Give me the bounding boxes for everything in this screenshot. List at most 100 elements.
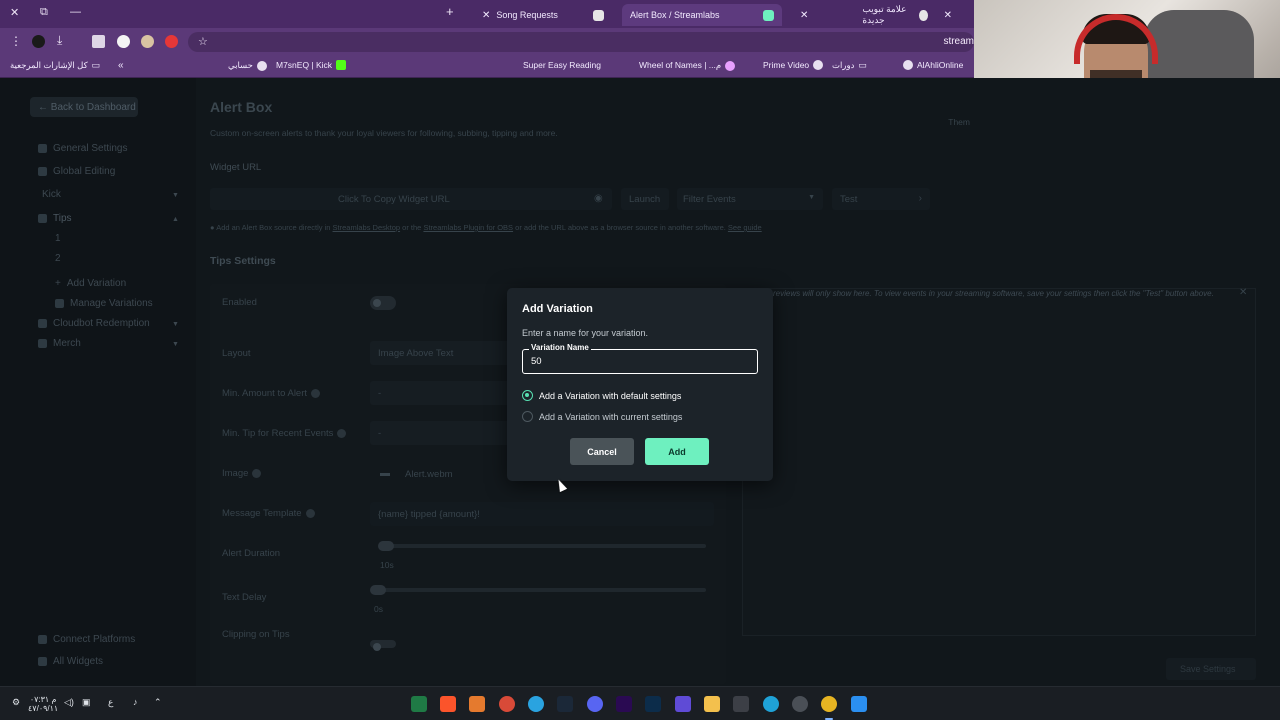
volume-icon[interactable]: ◁) — [64, 697, 74, 708]
photoshop-icon[interactable] — [645, 696, 661, 712]
folder-icon[interactable]: ▬ — [380, 468, 390, 479]
store-icon[interactable] — [733, 696, 749, 712]
sidebar-item-tips[interactable]: Tips — [38, 213, 72, 224]
tab-alert-box[interactable]: Alert Box / Streamlabs — [622, 4, 782, 26]
streamlabs-desktop-link[interactable]: Streamlabs Desktop — [333, 223, 401, 232]
minimize-window-icon[interactable]: — — [70, 6, 81, 18]
bookmark-super-easy-reading[interactable]: Super Easy Reading — [523, 60, 601, 70]
widget-url-field[interactable]: Click To Copy Widget URL ◉ — [210, 188, 612, 210]
file-explorer-icon[interactable] — [704, 696, 720, 712]
alert-duration-slider[interactable] — [380, 544, 706, 548]
sidebar-item-variation-2[interactable]: 2 — [55, 253, 61, 264]
chrome-icon[interactable] — [821, 696, 837, 712]
menu-dots-icon[interactable]: ⋮ — [10, 34, 22, 48]
test-button[interactable]: Test › — [832, 188, 930, 210]
new-tab-icon[interactable]: + — [446, 4, 454, 19]
excel-icon[interactable] — [411, 696, 427, 712]
text-delay-slider[interactable] — [374, 588, 706, 592]
app-purple-icon[interactable] — [675, 696, 691, 712]
eye-icon[interactable]: ◉ — [594, 193, 603, 204]
close-icon[interactable]: ✕ — [1239, 287, 1247, 298]
close-tab-icon[interactable]: ✕ — [482, 10, 490, 21]
sidebar-item-kick[interactable]: Kick — [42, 189, 61, 200]
option-default-settings[interactable]: Add a Variation with default settings — [522, 390, 681, 401]
alert-duration-knob[interactable] — [378, 541, 394, 551]
min-tip-input[interactable]: - — [370, 421, 510, 445]
cancel-button[interactable]: Cancel — [570, 438, 634, 465]
variation-name-field[interactable]: Variation Name — [522, 343, 758, 374]
see-guide-link[interactable]: See guide — [728, 223, 762, 232]
clock[interactable]: م ٠٧:٣١ ٤٧/٠٩/١١ — [28, 695, 58, 713]
back-to-dashboard-button[interactable]: ← Back to Dashboard — [30, 97, 138, 117]
steam-icon[interactable] — [557, 696, 573, 712]
layout-select[interactable]: Image Above Text — [370, 341, 510, 365]
bookmark-kick[interactable]: M7snEQ | Kick — [276, 60, 347, 70]
telegram-icon[interactable] — [528, 696, 544, 712]
text-delay-knob[interactable] — [370, 585, 386, 595]
filter-events-select[interactable]: Filter Events ▼ — [677, 188, 823, 210]
chevron-down-icon[interactable]: ▼ — [172, 341, 179, 348]
extensions-puzzle-icon[interactable] — [92, 35, 105, 48]
restore-window-icon[interactable]: ⧉ — [40, 6, 48, 19]
bookmark-all-bookmarks[interactable]: كل الإشارات المرجعية ▭ — [10, 60, 100, 71]
language-indicator[interactable]: ع — [108, 697, 113, 708]
extension-face-icon[interactable] — [141, 35, 154, 48]
bookmark-alahlionline[interactable]: AlAhliOnline — [903, 60, 963, 70]
sidebar-item-add-variation[interactable]: + Add Variation — [55, 278, 126, 289]
alert-preview-panel: reviews will only show here. To view eve… — [742, 287, 1256, 636]
sidebar-item-label: Connect Platforms — [53, 634, 136, 645]
extension-record-icon[interactable] — [165, 35, 178, 48]
clipping-toggle[interactable] — [370, 640, 396, 651]
tray-expand-icon[interactable]: ⌃ — [154, 697, 162, 708]
tab-song-requests[interactable]: ✕ Song Requests — [466, 4, 612, 26]
sidebar-item-global-editing[interactable]: Global Editing — [38, 166, 115, 177]
obs-icon[interactable] — [792, 696, 808, 712]
sidebar-item-all-widgets[interactable]: All Widgets — [38, 656, 103, 667]
premiere-icon[interactable] — [616, 696, 632, 712]
network-icon[interactable]: ▣ — [82, 697, 91, 708]
sidebar-item-cloudbot[interactable]: Cloudbot Redemption — [38, 318, 150, 329]
sidebar-item-variation-1[interactable]: 1 — [55, 233, 61, 244]
discord-icon[interactable] — [587, 696, 603, 712]
close-tab-icon[interactable]: ✕ — [800, 10, 808, 21]
edge-icon[interactable] — [763, 696, 779, 712]
sidebar-item-connect-platforms[interactable]: Connect Platforms — [38, 634, 135, 645]
windows-start-icon[interactable] — [851, 696, 867, 712]
sidebar-item-manage-variations[interactable]: Manage Variations — [55, 298, 153, 309]
app-red-icon[interactable] — [499, 696, 515, 712]
close-tab-icon[interactable]: ✕ — [944, 10, 952, 21]
radio-unselected-icon[interactable] — [522, 411, 533, 422]
bookmark-my-account[interactable]: حسابي — [228, 60, 267, 71]
option-current-settings[interactable]: Add a Variation with current settings — [522, 411, 682, 422]
sidebar-item-general-settings[interactable]: General Settings — [38, 143, 128, 154]
chevron-double-icon[interactable]: « — [118, 60, 124, 71]
min-amount-input[interactable]: - — [370, 381, 510, 405]
brave-icon[interactable] — [440, 696, 456, 712]
extension-icon[interactable] — [32, 35, 45, 48]
enabled-toggle[interactable] — [370, 296, 396, 310]
bookmark-courses[interactable]: دورات ▭ — [832, 60, 867, 71]
message-template-input[interactable]: {name} tipped {amount}! — [370, 502, 714, 526]
bookmark-prime-video[interactable]: Prime Video — [763, 60, 824, 70]
address-bar[interactable]: ☆ stream — [188, 32, 974, 52]
variation-name-input[interactable] — [531, 356, 731, 367]
sidebar-item-label: Tips — [53, 213, 72, 224]
chevron-down-icon[interactable]: ▼ — [172, 192, 179, 199]
settings-tray-icon[interactable]: ⚙ — [12, 697, 20, 708]
microphone-icon[interactable]: ♪ — [133, 697, 138, 707]
bookmark-wheel-of-names[interactable]: Wheel of Names | ...م — [639, 60, 736, 71]
radio-selected-icon[interactable] — [522, 390, 533, 401]
vlc-icon[interactable] — [469, 696, 485, 712]
obs-plugin-link[interactable]: Streamlabs Plugin for OBS — [423, 223, 513, 232]
download-icon[interactable]: ⤓ — [57, 33, 62, 48]
chevron-down-icon[interactable]: ▼ — [172, 321, 179, 328]
bookmark-star-icon[interactable]: ☆ — [198, 35, 208, 48]
extension-diamond-icon[interactable] — [117, 35, 130, 48]
sidebar-item-merch[interactable]: Merch — [38, 338, 81, 349]
add-button[interactable]: Add — [645, 438, 709, 465]
launch-button[interactable]: Launch — [621, 188, 669, 210]
save-settings-button[interactable]: Save Settings — [1166, 658, 1256, 680]
chevron-up-icon[interactable]: ▲ — [172, 216, 179, 223]
tab-new-tab[interactable]: ✕ علامة تبويب جديدة ✕ — [784, 4, 960, 26]
close-window-icon[interactable]: ✕ — [10, 6, 19, 19]
